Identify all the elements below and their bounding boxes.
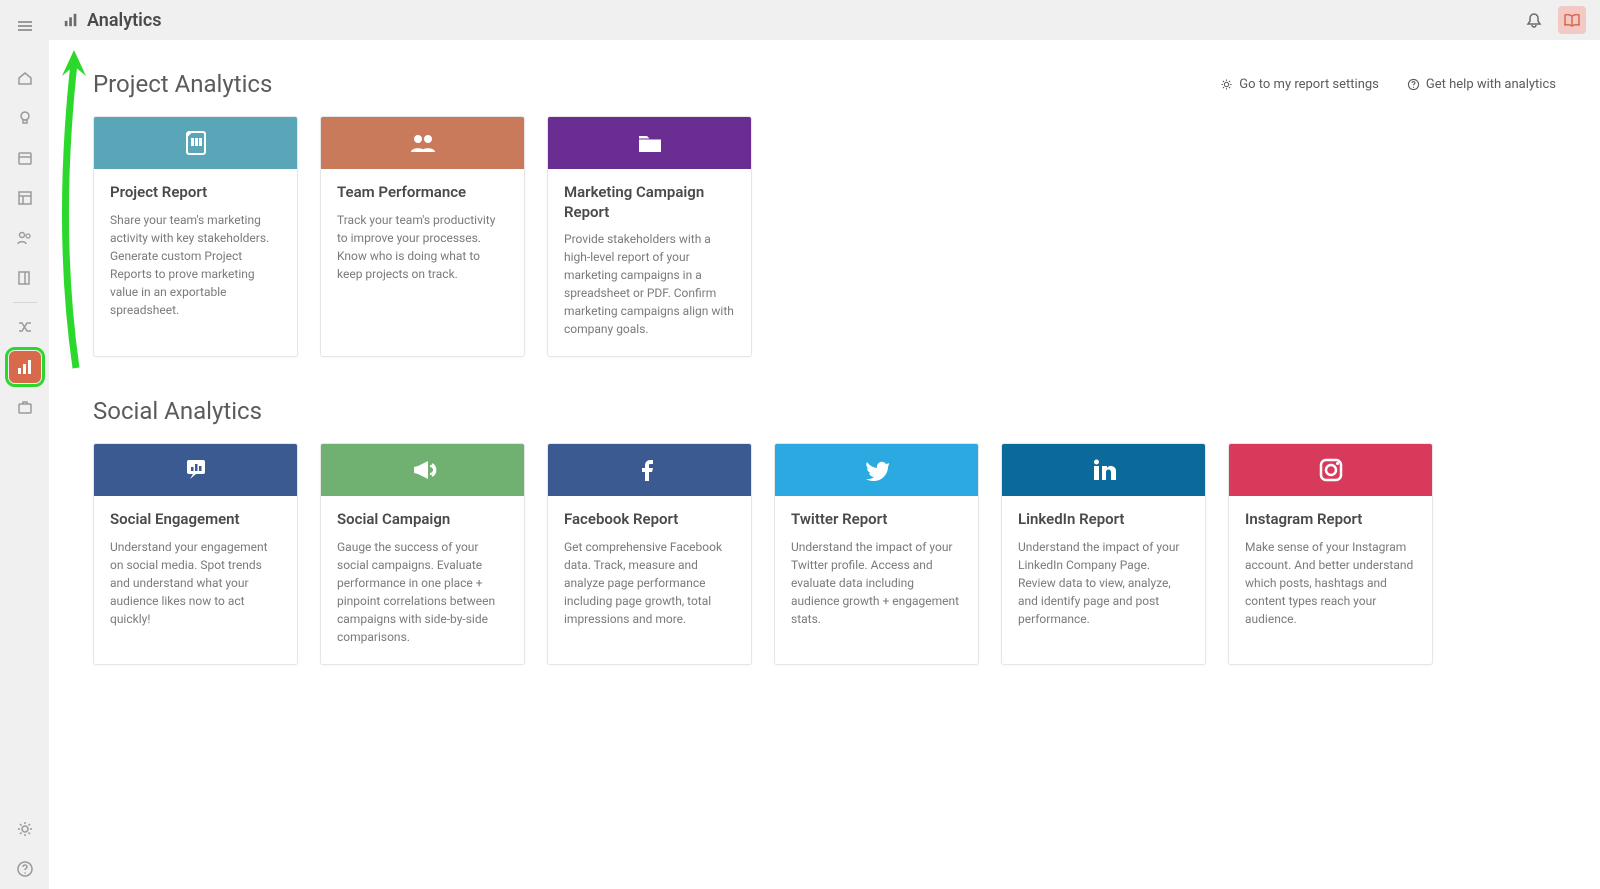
linkedin-icon — [1089, 455, 1119, 485]
card-description: Understand the impact of your Twitter pr… — [791, 538, 962, 628]
card-description: Understand the impact of your LinkedIn C… — [1018, 538, 1189, 628]
link-label: Get help with analytics — [1426, 77, 1556, 92]
analytics-help-link[interactable]: Get help with analytics — [1407, 77, 1556, 92]
card-description: Understand your engagement on social med… — [110, 538, 281, 628]
nav-toolkit[interactable] — [9, 391, 41, 423]
card-grid: Social Engagement Understand your engage… — [93, 443, 1556, 665]
nav-help[interactable] — [9, 853, 41, 885]
topbar: Analytics — [49, 0, 1600, 40]
engagement-icon — [181, 455, 211, 485]
report-card-marketing-campaign[interactable]: Marketing Campaign Report Provide stakeh… — [547, 116, 752, 357]
gear-icon — [1220, 78, 1233, 91]
page-title: Analytics — [87, 10, 162, 31]
card-body: Social Engagement Understand your engage… — [94, 496, 297, 646]
report-icon — [181, 128, 211, 158]
megaphone-icon — [408, 455, 438, 485]
report-card-instagram-report[interactable]: Instagram Report Make sense of your Inst… — [1228, 443, 1433, 665]
nav-analytics[interactable] — [9, 351, 41, 383]
card-title: Project Report — [110, 183, 281, 203]
card-title: LinkedIn Report — [1018, 510, 1189, 530]
facebook-icon — [635, 455, 665, 485]
annotation-arrow — [49, 48, 96, 378]
nav-assets[interactable] — [9, 262, 41, 294]
report-card-linkedin-report[interactable]: LinkedIn Report Understand the impact of… — [1001, 443, 1206, 665]
card-description: Track your team's productivity to improv… — [337, 211, 508, 283]
guide-button[interactable] — [1558, 6, 1586, 34]
sidebar — [0, 0, 49, 889]
instagram-icon — [1316, 455, 1346, 485]
analytics-icon — [63, 12, 79, 28]
card-body: Facebook Report Get comprehensive Facebo… — [548, 496, 751, 646]
link-label: Go to my report settings — [1239, 77, 1379, 92]
card-title: Instagram Report — [1245, 510, 1416, 530]
card-header — [775, 444, 978, 496]
card-body: Team Performance Track your team's produ… — [321, 169, 524, 301]
open-book-icon — [1563, 11, 1581, 29]
card-title: Marketing Campaign Report — [564, 183, 735, 222]
report-card-social-campaign[interactable]: Social Campaign Gauge the success of you… — [320, 443, 525, 665]
card-header — [548, 117, 751, 169]
card-title: Social Campaign — [337, 510, 508, 530]
section-title: Project Analytics — [93, 70, 272, 98]
nav-team[interactable] — [9, 222, 41, 254]
report-card-project-report[interactable]: Project Report Share your team's marketi… — [93, 116, 298, 357]
card-header — [1229, 444, 1432, 496]
report-settings-link[interactable]: Go to my report settings — [1220, 77, 1379, 92]
card-body: LinkedIn Report Understand the impact of… — [1002, 496, 1205, 646]
card-header — [321, 117, 524, 169]
help-icon — [1407, 78, 1420, 91]
card-description: Make sense of your Instagram account. An… — [1245, 538, 1416, 628]
card-header — [1002, 444, 1205, 496]
nav-settings[interactable] — [9, 813, 41, 845]
page-title-wrap: Analytics — [63, 10, 162, 31]
report-card-facebook-report[interactable]: Facebook Report Get comprehensive Facebo… — [547, 443, 752, 665]
section-header: Project Analytics Go to my report settin… — [93, 70, 1556, 98]
card-body: Marketing Campaign Report Provide stakeh… — [548, 169, 751, 356]
nav-calendar[interactable] — [9, 142, 41, 174]
menu-toggle[interactable] — [9, 10, 41, 42]
nav-ideas[interactable] — [9, 102, 41, 134]
card-title: Team Performance — [337, 183, 508, 203]
bell-icon — [1525, 11, 1543, 29]
card-description: Share your team's marketing activity wit… — [110, 211, 281, 319]
card-title: Social Engagement — [110, 510, 281, 530]
card-body: Social Campaign Gauge the success of you… — [321, 496, 524, 664]
card-body: Twitter Report Understand the impact of … — [775, 496, 978, 646]
card-body: Instagram Report Make sense of your Inst… — [1229, 496, 1432, 646]
card-description: Gauge the success of your social campaig… — [337, 538, 508, 646]
content: Project Analytics Go to my report settin… — [49, 40, 1600, 889]
card-header — [94, 444, 297, 496]
card-description: Get comprehensive Facebook data. Track, … — [564, 538, 735, 628]
card-title: Twitter Report — [791, 510, 962, 530]
card-header — [321, 444, 524, 496]
card-description: Provide stakeholders with a high-level r… — [564, 230, 735, 338]
twitter-icon — [862, 455, 892, 485]
nav-home[interactable] — [9, 62, 41, 94]
folder-icon — [635, 128, 665, 158]
nav-requeue[interactable] — [9, 311, 41, 343]
section-header: Social Analytics — [93, 397, 1556, 425]
report-card-team-performance[interactable]: Team Performance Track your team's produ… — [320, 116, 525, 357]
section-title: Social Analytics — [93, 397, 262, 425]
card-header — [548, 444, 751, 496]
card-grid: Project Report Share your team's marketi… — [93, 116, 1556, 357]
notifications-button[interactable] — [1520, 6, 1548, 34]
report-card-social-engagement[interactable]: Social Engagement Understand your engage… — [93, 443, 298, 665]
nav-content[interactable] — [9, 182, 41, 214]
team-icon — [408, 128, 438, 158]
report-card-twitter-report[interactable]: Twitter Report Understand the impact of … — [774, 443, 979, 665]
card-body: Project Report Share your team's marketi… — [94, 169, 297, 337]
card-header — [94, 117, 297, 169]
card-title: Facebook Report — [564, 510, 735, 530]
